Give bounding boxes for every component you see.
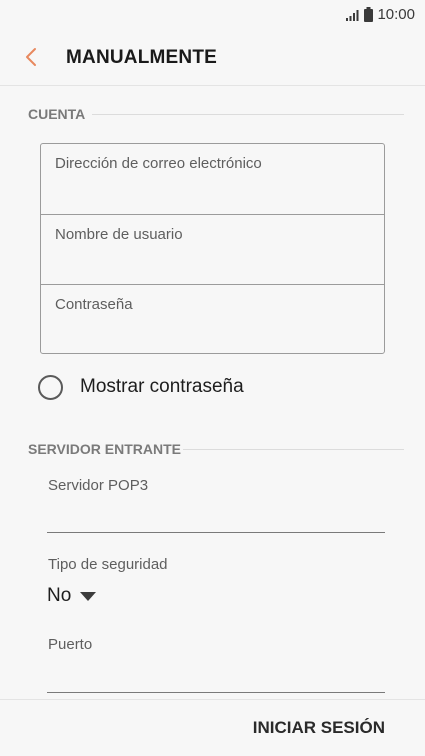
- caret-down-icon: [80, 591, 97, 601]
- username-placeholder: Nombre de usuario: [55, 226, 183, 243]
- show-password-radio[interactable]: [38, 374, 63, 400]
- incoming-section-header: SERVIDOR ENTRANTE: [28, 439, 181, 459]
- back-button[interactable]: [16, 42, 46, 72]
- account-section-label: CUENTA: [28, 106, 86, 122]
- password-placeholder: Contraseña: [55, 296, 133, 313]
- security-type-dropdown[interactable]: No: [47, 584, 97, 608]
- password-field[interactable]: Contraseña: [41, 284, 384, 354]
- status-bar: 10:00: [0, 0, 425, 28]
- chevron-left-icon: [26, 48, 36, 66]
- email-placeholder: Dirección de correo electrónico: [55, 155, 262, 172]
- port-underline: [47, 692, 385, 693]
- email-field[interactable]: Dirección de correo electrónico: [41, 144, 384, 214]
- show-password-option[interactable]: Mostrar contraseña: [38, 374, 244, 400]
- signal-icon: [346, 9, 359, 21]
- account-input-group: Dirección de correo electrónico Nombre d…: [40, 143, 385, 354]
- security-type-label: Tipo de seguridad: [48, 556, 168, 573]
- incoming-section-label: SERVIDOR ENTRANTE: [28, 441, 181, 457]
- sign-in-button[interactable]: INICIAR SESIÓN: [253, 718, 385, 738]
- account-section-header: CUENTA: [28, 104, 85, 124]
- bottom-action-bar: INICIAR SESIÓN: [0, 699, 425, 756]
- battery-icon: [364, 7, 374, 22]
- port-label: Puerto: [48, 636, 93, 653]
- pop3-server-input[interactable]: [47, 497, 385, 533]
- status-icons: 10:00: [346, 6, 415, 23]
- port-input[interactable]: [47, 656, 385, 692]
- account-section-divider: [92, 114, 404, 115]
- page-title: MANUALMENTE: [66, 47, 218, 68]
- show-password-label: Mostrar contraseña: [80, 376, 244, 397]
- status-time: 10:00: [377, 6, 415, 23]
- pop3-server-underline: [47, 532, 385, 533]
- app-bar: MANUALMENTE: [0, 28, 425, 86]
- security-type-value: No: [47, 585, 72, 606]
- username-field[interactable]: Nombre de usuario: [41, 214, 384, 284]
- incoming-section-divider: [183, 449, 404, 450]
- pop3-server-label: Servidor POP3: [48, 477, 149, 494]
